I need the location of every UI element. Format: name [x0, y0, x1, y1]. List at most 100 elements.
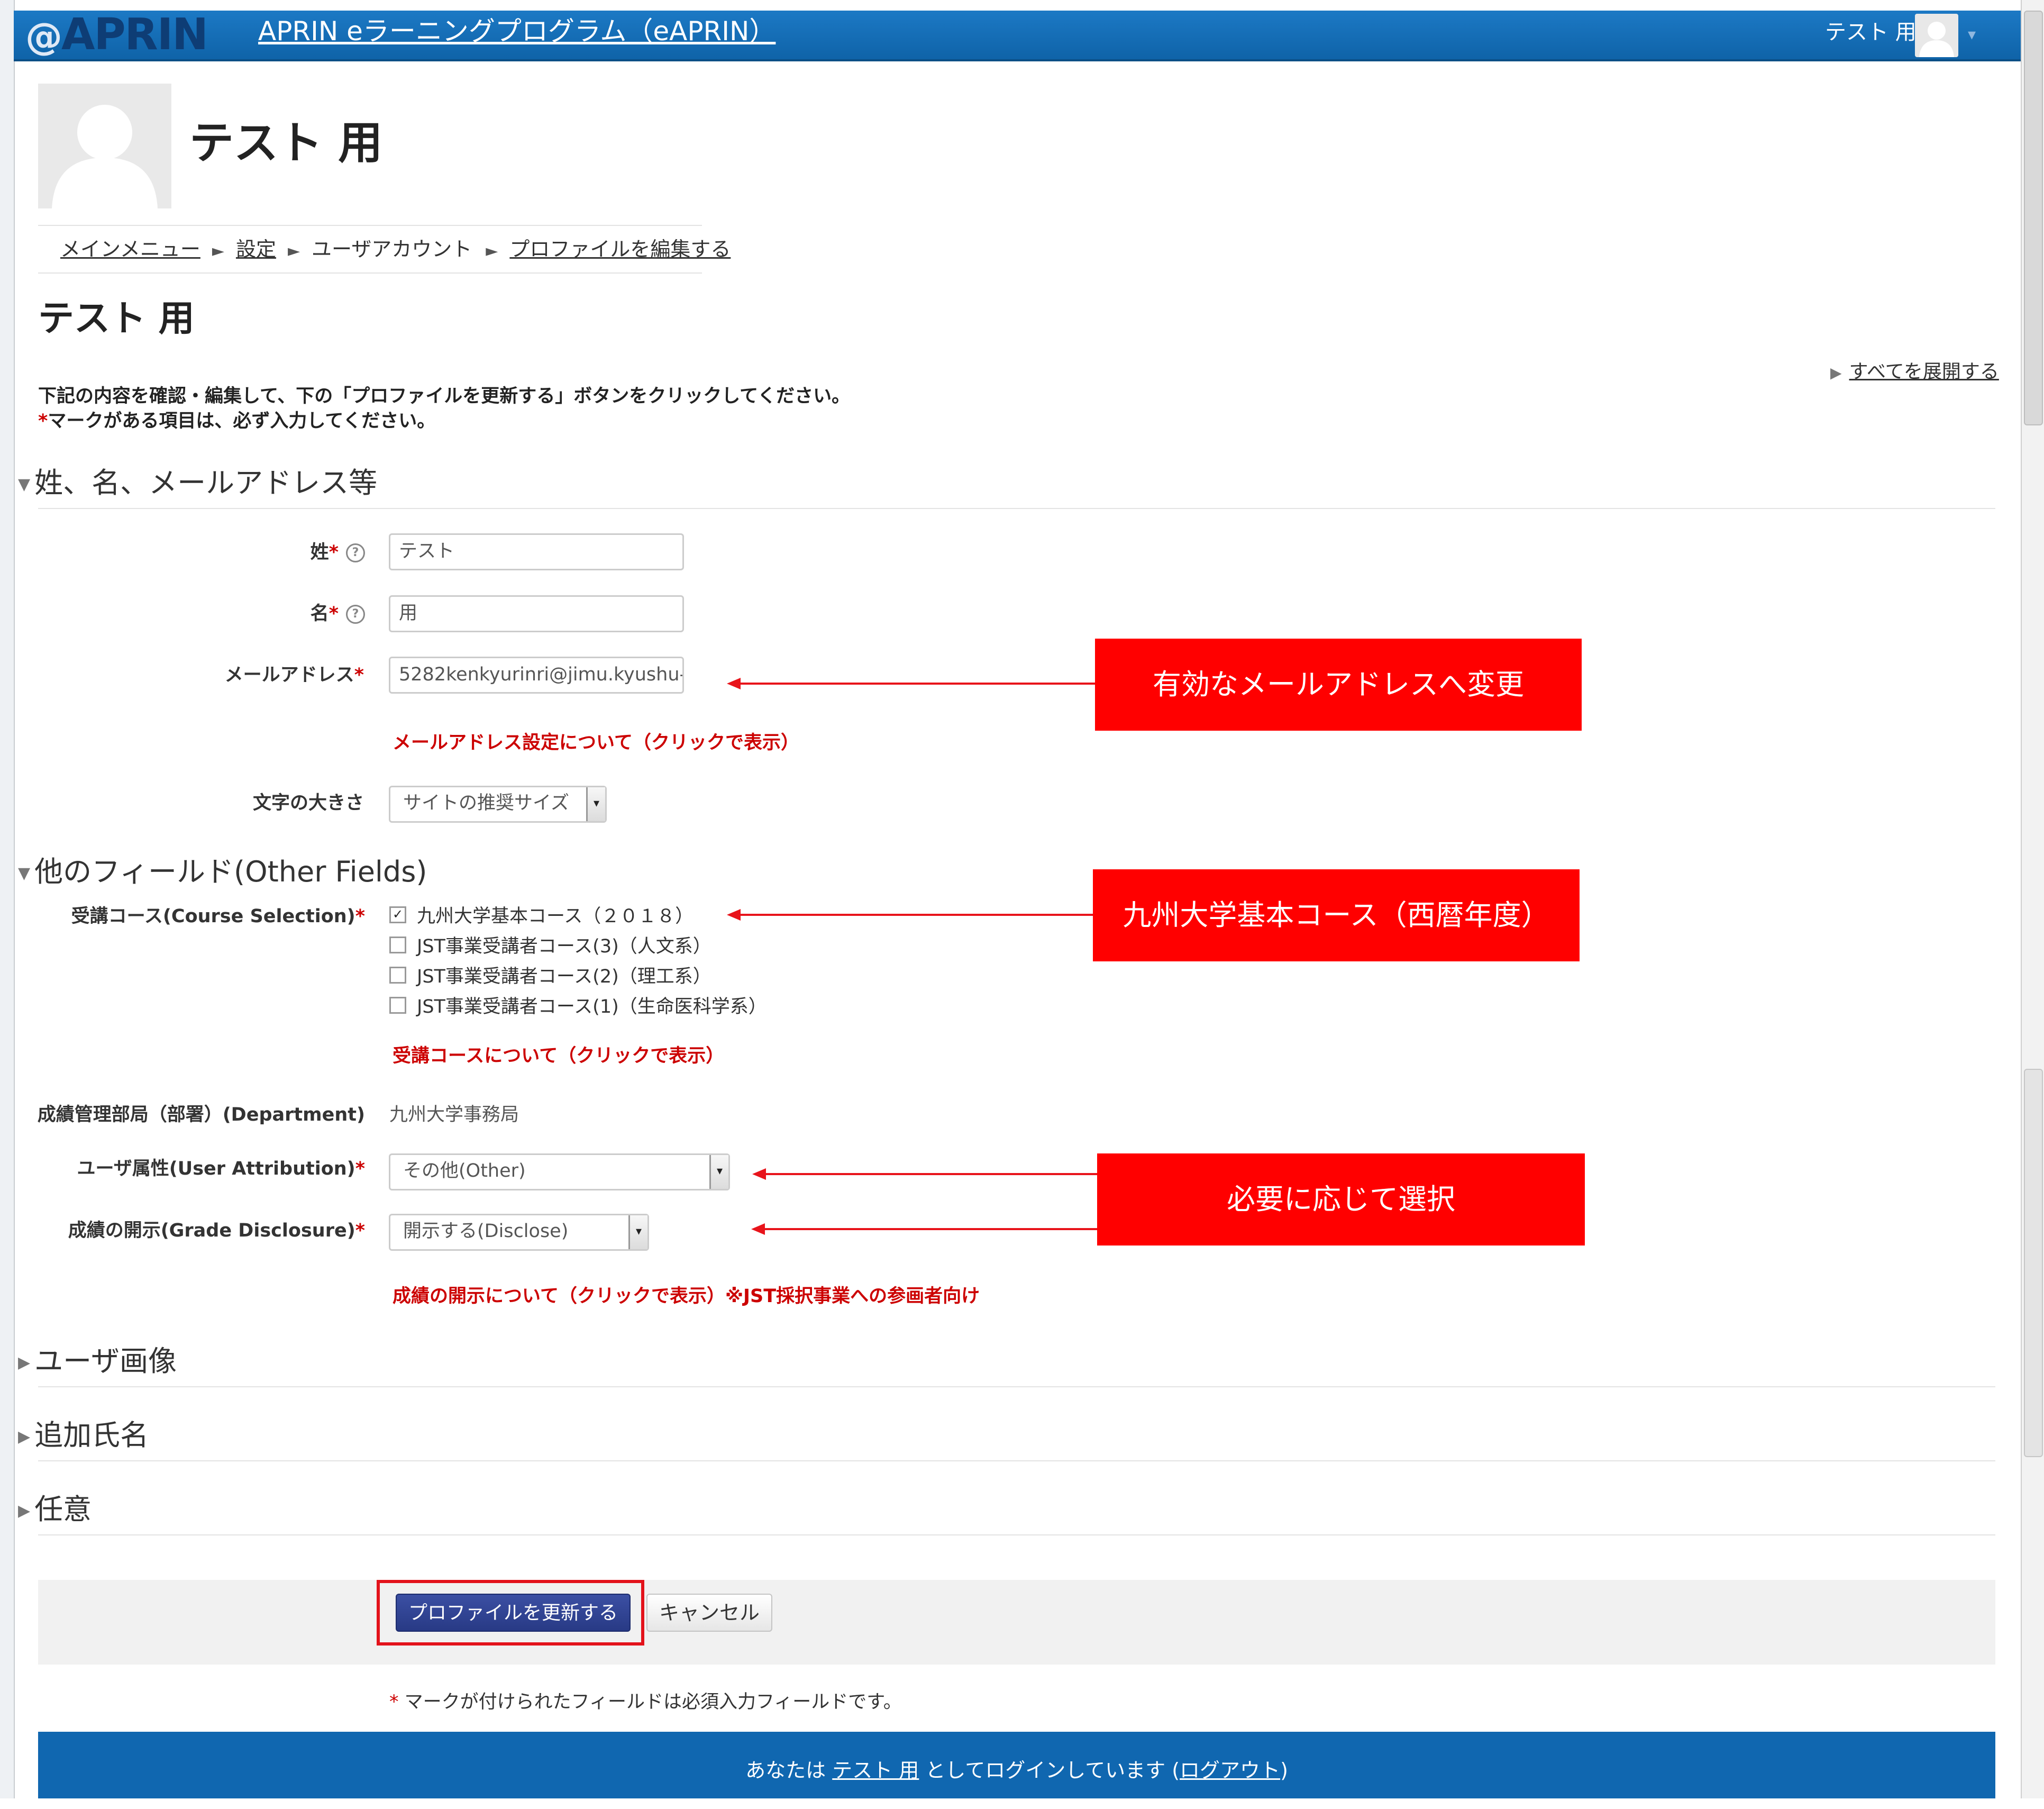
aprin-logo[interactable]: @APRIN: [25, 13, 208, 58]
logo-text: APRIN: [61, 10, 208, 60]
section-additional-names-header[interactable]: ▶ 追加氏名: [18, 1418, 149, 1455]
grade-disclosure-select[interactable]: 開示する(Disclose) ▾: [389, 1214, 649, 1251]
expand-triangle-icon: ▶: [18, 1502, 31, 1521]
section-general-header[interactable]: ▼ 姓、名、メールアドレス等: [18, 466, 377, 502]
font-size-selected: サイトの推奨サイズ: [403, 793, 569, 814]
grade-disclosure-label-text: 成績の開示(Grade Disclosure): [68, 1220, 355, 1241]
expand-triangle-icon: ▶: [18, 1353, 31, 1372]
form-actions-bar: [38, 1580, 1995, 1665]
scrollbar-thumb-lower[interactable]: [2024, 1069, 2043, 1457]
expand-triangle-icon: ▶: [18, 1428, 31, 1447]
required-footnote-text: マークが付けられたフィールドは必須入力フィールドです。: [404, 1692, 902, 1713]
collapse-triangle-icon: ▼: [18, 864, 31, 883]
firstname-label-text: 名: [310, 603, 329, 624]
scrollbar-thumb[interactable]: [2024, 11, 2043, 425]
section-other-fields-title: 他のフィールド(Other Fields): [34, 855, 427, 888]
department-label: 成績管理部局（部署）(Department): [37, 1104, 365, 1125]
course-option-jst-2[interactable]: JST事業受講者コース(2)（理工系）: [389, 964, 711, 989]
callout-course: 九州大学基本コース（西暦年度）: [1093, 869, 1580, 961]
user-menu-caret-icon[interactable]: ▾: [1968, 25, 1976, 44]
arrow-left-icon: [727, 678, 741, 689]
font-size-label: 文字の大きさ: [252, 793, 364, 814]
required-footnote: * マークが付けられたフィールドは必須入力フィールドです。: [389, 1689, 902, 1715]
user-attribution-select[interactable]: その他(Other) ▾: [389, 1153, 730, 1190]
callout-select: 必要に応じて選択: [1097, 1153, 1585, 1246]
email-help-link[interactable]: メールアドレス設定について（クリックで表示）: [393, 730, 799, 756]
course-option-label: JST事業受講者コース(1)（生命医科学系）: [417, 996, 767, 1017]
checkbox[interactable]: [389, 997, 406, 1014]
footer-suffix: ): [1280, 1759, 1288, 1782]
section-general-title: 姓、名、メールアドレス等: [34, 466, 378, 499]
required-note-text: マークがある項目は、必ず入力してください。: [48, 411, 436, 432]
required-mark: *: [38, 411, 48, 432]
page-title: テスト 用: [38, 298, 195, 340]
dropdown-arrow-icon: ▾: [709, 1155, 728, 1189]
user-attribution-label: ユーザ属性(User Attribution)*: [77, 1158, 365, 1179]
section-other-fields-header[interactable]: ▼ 他のフィールド(Other Fields): [18, 854, 427, 891]
lastname-input[interactable]: テスト: [389, 533, 684, 570]
breadcrumb-separator-icon: ►: [212, 242, 224, 260]
section-divider: [38, 508, 1995, 509]
expand-triangle-icon: ▶: [1830, 364, 1842, 381]
section-user-picture-header[interactable]: ▶ ユーザ画像: [18, 1344, 177, 1380]
checkbox[interactable]: [389, 967, 406, 984]
site-title-link[interactable]: APRIN eラーニングプログラム（eAPRIN）: [258, 13, 775, 50]
user-attribution-label-text: ユーザ属性(User Attribution): [77, 1158, 355, 1179]
course-option-jst-1[interactable]: JST事業受講者コース(1)（生命医科学系）: [389, 994, 767, 1020]
firstname-label: 名*?: [212, 601, 365, 626]
logout-link[interactable]: ログアウト: [1180, 1759, 1280, 1782]
grade-disclosure-selected: 開示する(Disclose): [403, 1221, 569, 1242]
help-icon[interactable]: ?: [346, 605, 365, 624]
required-note: *マークがある項目は、必ず入力してください。: [38, 408, 435, 434]
department-value: 九州大学事務局: [389, 1104, 519, 1125]
section-divider: [38, 1534, 1995, 1535]
grade-disclosure-label: 成績の開示(Grade Disclosure)*: [68, 1220, 365, 1241]
breadcrumb-edit-profile[interactable]: プロファイルを編集する: [509, 238, 731, 261]
breadcrumb-separator-icon: ►: [287, 242, 300, 260]
breadcrumb-main-menu[interactable]: メインメニュー: [60, 238, 200, 261]
arrow-line: [764, 1173, 1097, 1175]
course-option-jst-3[interactable]: JST事業受講者コース(3)（人文系）: [389, 934, 711, 959]
dropdown-arrow-icon: ▾: [628, 1215, 647, 1249]
course-option-label: JST事業受講者コース(2)（理工系）: [417, 966, 711, 987]
instruction-text: 下記の内容を確認・編集して、下の「プロファイルを更新する」ボタンをクリックしてく…: [38, 386, 851, 407]
dropdown-arrow-icon: ▾: [586, 787, 605, 821]
checkbox-checked[interactable]: ✓: [389, 906, 406, 923]
section-additional-names-title: 追加氏名: [34, 1419, 149, 1452]
user-silhouette-icon: [52, 105, 158, 208]
footer-user-link[interactable]: テスト 用: [832, 1759, 919, 1782]
checkbox[interactable]: [389, 937, 406, 953]
collapse-triangle-icon: ▼: [18, 475, 31, 494]
help-icon[interactable]: ?: [346, 543, 365, 562]
email-input[interactable]: 5282kenkyurinri@jimu.kyushu-u.a: [389, 657, 684, 694]
course-option-kyushu[interactable]: ✓ 九州大学基本コース（２０１８）: [389, 904, 694, 929]
course-option-label: JST事業受講者コース(3)（人文系）: [417, 936, 711, 957]
course-label: 受講コース(Course Selection)*: [71, 906, 365, 927]
navbar-avatar[interactable]: [1915, 14, 1958, 57]
user-silhouette-icon: [1919, 22, 1954, 57]
user-attribution-selected: その他(Other): [403, 1160, 526, 1181]
footer-prefix: あなたは: [745, 1759, 826, 1782]
grade-disclosure-help-link[interactable]: 成績の開示について（クリックで表示）※JST採択事業への参画者向け: [393, 1284, 980, 1309]
footer-login-info: あなたは テスト 用 としてログインしています (ログアウト): [38, 1732, 1995, 1798]
firstname-input[interactable]: 用: [389, 595, 684, 632]
navbar-user-name[interactable]: テスト 用: [1825, 19, 1917, 46]
course-help-link[interactable]: 受講コースについて（クリックで表示）: [393, 1043, 724, 1069]
expand-all-link[interactable]: ▶ すべてを展開する: [1830, 360, 1999, 385]
update-profile-button[interactable]: プロファイルを更新する: [396, 1594, 631, 1632]
breadcrumb-settings[interactable]: 設定: [236, 238, 276, 261]
arrow-line: [738, 683, 1095, 685]
cancel-button[interactable]: キャンセル: [646, 1594, 772, 1632]
arrow-left-icon: [752, 1168, 766, 1180]
arrow-left-icon: [727, 909, 741, 921]
profile-avatar: [38, 84, 171, 208]
breadcrumb: メインメニュー ► 設定 ► ユーザアカウント ► プロファイルを編集する: [38, 225, 731, 274]
font-size-select[interactable]: サイトの推奨サイズ ▾: [389, 786, 607, 823]
arrow-left-icon: [751, 1223, 765, 1235]
section-optional-header[interactable]: ▶ 任意: [18, 1492, 92, 1529]
expand-all-label[interactable]: すべてを展開する: [1849, 361, 1999, 383]
email-label: メールアドレス*: [224, 665, 364, 686]
breadcrumb-separator-icon: ►: [486, 242, 498, 260]
course-label-text: 受講コース(Course Selection): [71, 906, 355, 927]
lastname-label: 姓*?: [212, 540, 365, 565]
